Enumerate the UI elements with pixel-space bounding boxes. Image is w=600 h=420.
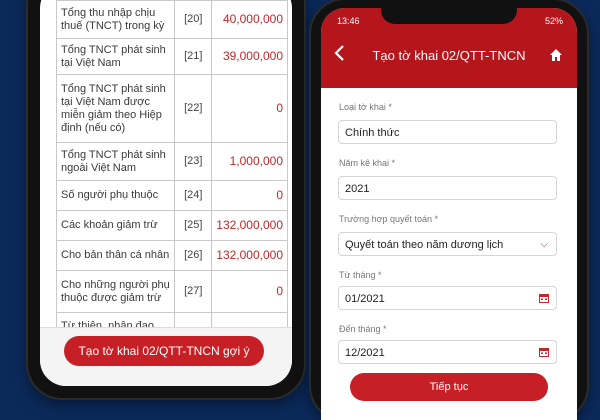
den-thang-field[interactable]: 12/2021 xyxy=(338,340,557,364)
page-title: Tạo tờ khai 02/QTT-TNCN xyxy=(372,48,526,63)
create-suggested-form-button[interactable]: Tạo tờ khai 02/QTT-TNCN gợi ý xyxy=(64,336,264,366)
tu-thang-label: Từ tháng * xyxy=(339,270,382,280)
row-value: 39,000,000 xyxy=(211,38,288,75)
table-row: Số người phụ thuộc [24] 0 xyxy=(55,180,288,211)
right-screen: 13:46 52% Tạo tờ khai 02/QTT-TNCN Loại t… xyxy=(321,8,577,420)
home-icon[interactable] xyxy=(549,48,563,62)
row-code: [24] xyxy=(174,180,213,211)
calendar-icon[interactable] xyxy=(539,347,549,357)
nam-ke-khai-value: 2021 xyxy=(345,183,370,195)
calendar-icon[interactable] xyxy=(539,293,549,303)
row-code: [21] xyxy=(174,38,213,75)
row-label: Cho những người phụ thuộc được giảm trừ xyxy=(55,270,176,313)
row-label: Cho bản thân cá nhân xyxy=(55,240,176,271)
table-row: Cho những người phụ thuộc được giảm trừ … xyxy=(55,270,288,313)
home-glyph xyxy=(550,49,562,61)
row-code: [23] xyxy=(174,142,213,181)
table-row: Tổng TNCT phát sinh tại Việt Nam [21] 39… xyxy=(55,38,288,75)
loai-to-khai-label: Loại tờ khai * xyxy=(339,102,392,112)
left-footer: Tạo tờ khai 02/QTT-TNCN gợi ý xyxy=(40,327,292,386)
row-value: 0 xyxy=(211,180,288,211)
right-phone: 13:46 52% Tạo tờ khai 02/QTT-TNCN Loại t… xyxy=(311,0,587,420)
back-arrow-glyph xyxy=(334,45,344,61)
row-value: 132,000,000 xyxy=(211,240,288,271)
row-label: Các khoản giảm trừ xyxy=(55,210,176,241)
truong-hop-label: Trường hợp quyết toán * xyxy=(339,214,439,224)
row-label: Tổng TNCT phát sinh tại Việt Nam xyxy=(55,38,176,75)
row-label: Tổng TNCT phát sinh tại Việt Nam được mi… xyxy=(55,74,176,143)
row-code: [25] xyxy=(174,210,213,241)
row-code: [27] xyxy=(174,270,213,313)
form-body: Loại tờ khai * Chính thức Năm kê khai * … xyxy=(321,88,577,420)
table-row: Tổng TNCT phát sinh ngoài Việt Nam [23] … xyxy=(55,142,288,181)
back-icon[interactable] xyxy=(333,43,349,65)
row-code: [26] xyxy=(174,240,213,271)
truong-hop-select[interactable]: Quyết toán theo năm dương lịch ⌵ xyxy=(338,232,557,256)
chevron-down-icon: ⌵ xyxy=(540,239,548,250)
row-value: 132,000,000 xyxy=(211,210,288,241)
continue-button[interactable]: Tiếp tục xyxy=(350,373,548,401)
row-label: Tổng thu nhập chịu thuế (TNCT) trong kỳ xyxy=(55,0,176,39)
row-value: 0 xyxy=(211,270,288,313)
table-row: Tổng TNCT phát sinh tại Việt Nam được mi… xyxy=(55,74,288,143)
nam-ke-khai-field[interactable]: 2021 xyxy=(338,176,557,200)
tu-thang-value: 01/2021 xyxy=(345,293,385,305)
loai-to-khai-value: Chính thức xyxy=(345,127,400,139)
left-screen: Tổng thu nhập chịu thuế (TNCT) trong kỳ … xyxy=(40,0,292,386)
app-header: 13:46 52% Tạo tờ khai 02/QTT-TNCN xyxy=(321,8,577,88)
tu-thang-field[interactable]: 01/2021 xyxy=(338,286,557,310)
row-code: [20] xyxy=(174,0,213,39)
row-value: 0 xyxy=(211,74,288,143)
den-thang-value: 12/2021 xyxy=(345,347,385,359)
table-row: Tổng thu nhập chịu thuế (TNCT) trong kỳ … xyxy=(55,0,288,39)
row-label: Số người phụ thuộc xyxy=(55,180,176,211)
den-thang-label: Đến tháng * xyxy=(339,324,387,334)
status-battery: 52% xyxy=(544,16,563,26)
nam-ke-khai-label: Năm kê khai * xyxy=(339,158,396,168)
row-value: 1,000,000 xyxy=(211,142,288,181)
row-code: [22] xyxy=(174,74,213,143)
truong-hop-value: Quyết toán theo năm dương lịch xyxy=(345,239,504,251)
status-bar: 13:46 52% xyxy=(337,16,563,30)
table-row: Cho bản thân cá nhân [26] 132,000,000 xyxy=(55,240,288,271)
status-time: 13:46 xyxy=(337,16,360,26)
table-row: Các khoản giảm trừ [25] 132,000,000 xyxy=(55,210,288,241)
left-phone: Tổng thu nhập chịu thuế (TNCT) trong kỳ … xyxy=(28,0,304,398)
row-value: 40,000,000 xyxy=(211,0,288,39)
tax-table: Tổng thu nhập chịu thuế (TNCT) trong kỳ … xyxy=(55,0,288,353)
row-label: Tổng TNCT phát sinh ngoài Việt Nam xyxy=(55,142,176,181)
loai-to-khai-field[interactable]: Chính thức xyxy=(338,120,557,144)
